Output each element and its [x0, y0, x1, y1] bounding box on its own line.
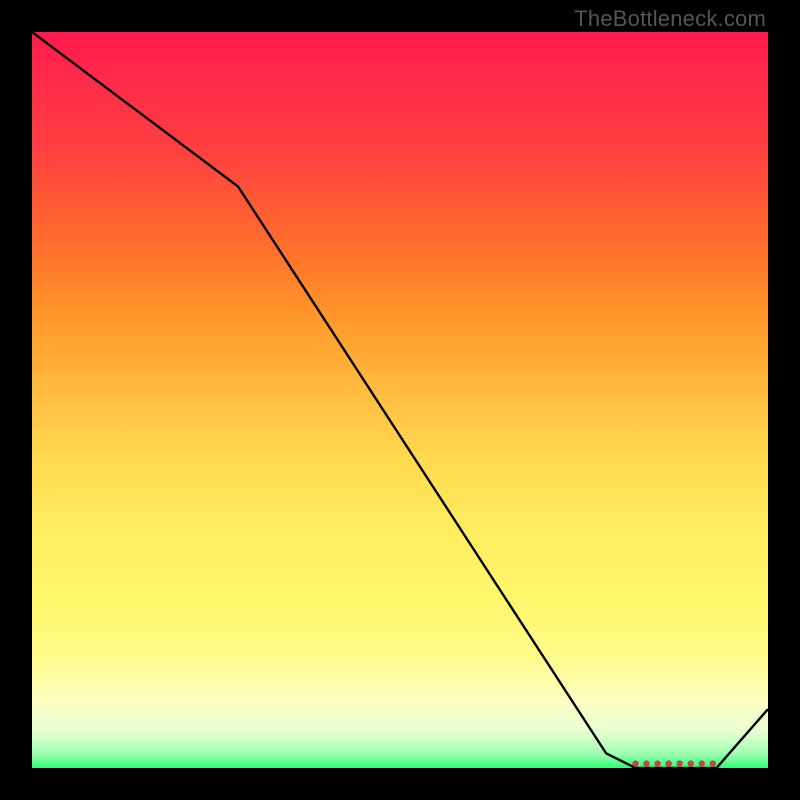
- plot-area: [32, 32, 768, 768]
- marker-point: [688, 760, 694, 766]
- marker-point: [676, 760, 682, 766]
- marker-point: [654, 760, 660, 766]
- chart-frame: TheBottleneck.com: [0, 0, 800, 800]
- marker-point: [643, 760, 649, 766]
- marker-point: [699, 760, 705, 766]
- marker-point: [710, 760, 716, 766]
- series-curve: [32, 32, 768, 768]
- watermark-label: TheBottleneck.com: [574, 6, 766, 32]
- chart-svg: [32, 32, 768, 768]
- marker-point: [665, 760, 671, 766]
- marker-point: [632, 760, 638, 766]
